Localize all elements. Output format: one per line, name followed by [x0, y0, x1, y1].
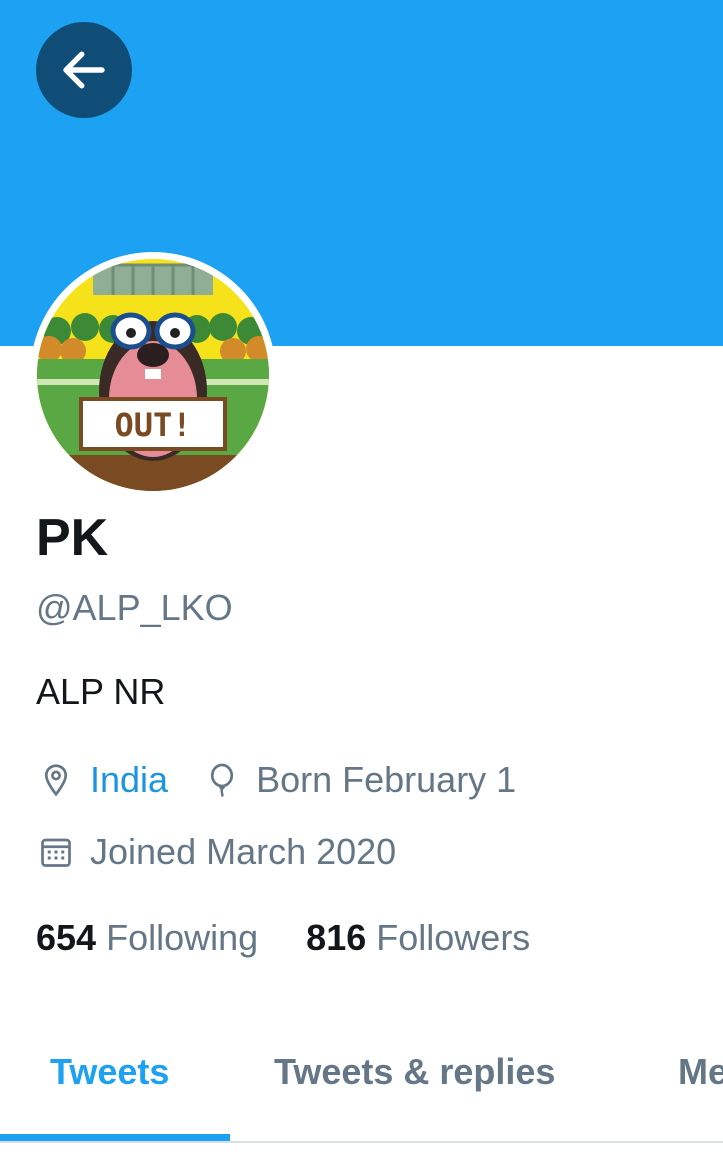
avatar-image: OUT! [37, 259, 269, 491]
birthday-text: Born February 1 [256, 759, 517, 800]
following-count: 654 [36, 917, 97, 958]
joined-text: Joined March 2020 [90, 831, 397, 872]
tab-tweets[interactable]: Tweets [50, 1050, 169, 1094]
location-link[interactable]: India [90, 758, 168, 802]
followers-link[interactable]: 816 Followers [306, 916, 530, 960]
profile-meta-row: India Born February 1 [36, 758, 516, 802]
profile-bio: ALP NR [36, 671, 166, 712]
profile-name: PK [36, 509, 109, 567]
tab-tweets-and-replies[interactable]: Tweets & replies [274, 1050, 555, 1094]
follow-stats: 654 Following 816 Followers [36, 916, 578, 960]
avatar[interactable]: OUT! [30, 252, 276, 498]
avatar-sign-text: OUT! [114, 406, 191, 444]
profile-joined-row: Joined March 2020 [36, 830, 396, 874]
profile-handle: @ALP_LKO [36, 587, 233, 628]
followers-label: Followers [376, 917, 531, 958]
followers-count: 816 [306, 917, 367, 958]
tab-media[interactable]: Me [678, 1050, 723, 1094]
calendar-icon [36, 832, 76, 872]
tabs-divider [0, 1141, 723, 1143]
balloon-icon [202, 760, 242, 800]
back-button[interactable] [36, 22, 132, 118]
following-link[interactable]: 654 Following [36, 916, 258, 960]
following-label: Following [106, 917, 259, 958]
profile-tabs: Tweets Tweets & replies Me [0, 1032, 723, 1142]
arrow-left-icon [57, 43, 111, 97]
location-pin-icon [36, 760, 76, 800]
